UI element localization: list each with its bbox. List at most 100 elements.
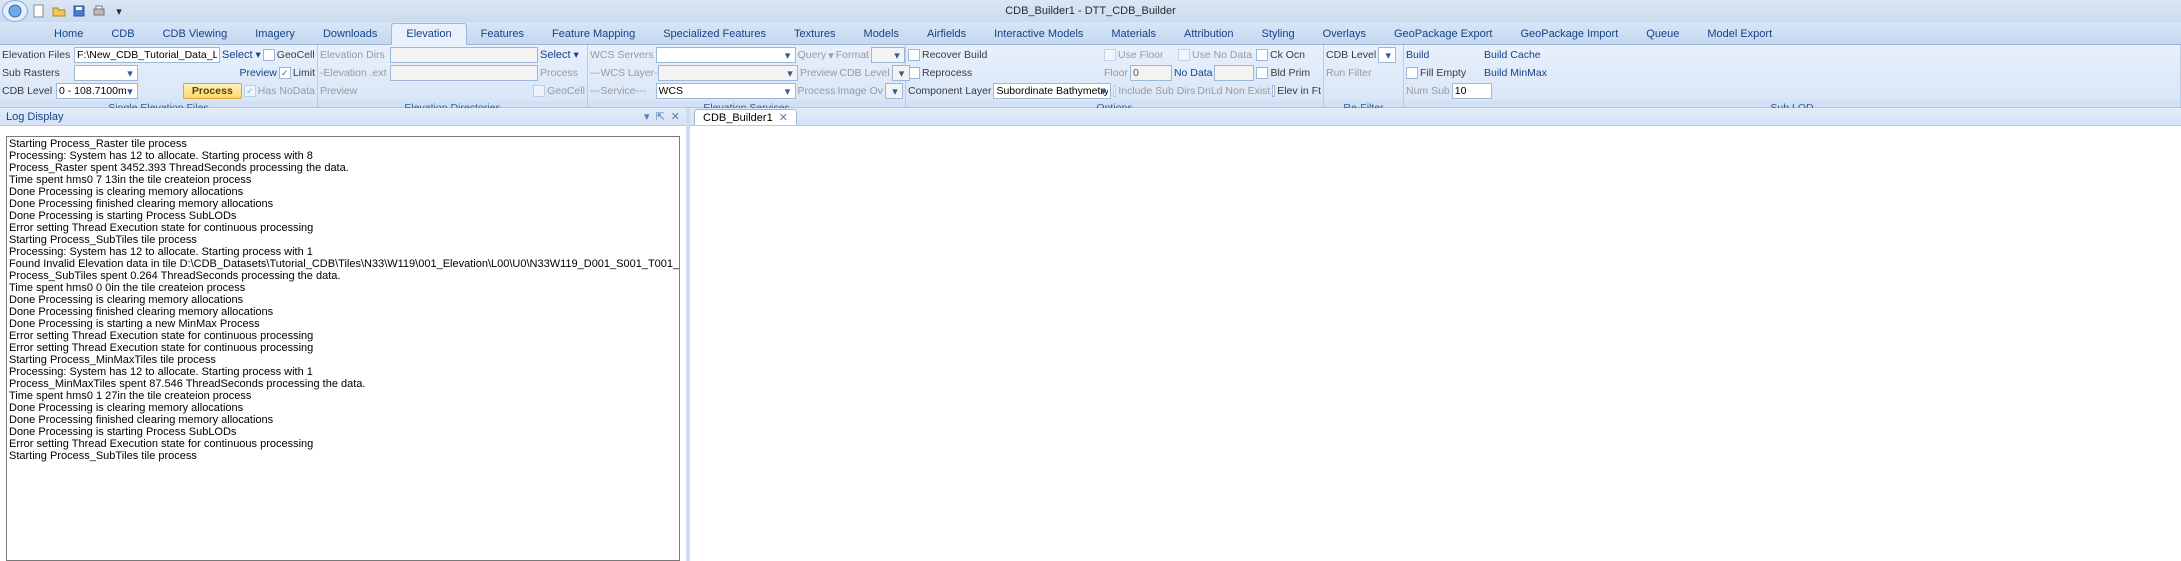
log-line: Time spent hms0 7 13in the tile createio… [9, 174, 677, 186]
tab-textures[interactable]: Textures [780, 24, 850, 44]
tab-airfields[interactable]: Airfields [913, 24, 980, 44]
log-line: Done Processing is clearing memory alloc… [9, 402, 677, 414]
has-nodata-checkbox [244, 85, 256, 97]
log-line: Starting Process_Raster tile process [9, 138, 677, 150]
pin-icon[interactable]: ⇱ [656, 110, 665, 123]
elevation-files-input[interactable] [74, 47, 220, 63]
fill-empty-label: Fill Empty [1420, 67, 1482, 79]
save-icon[interactable] [70, 2, 88, 20]
dirs-process-label: Process [540, 67, 578, 79]
preview-button[interactable]: Preview [239, 67, 276, 79]
document-tabstrip: CDB_Builder1 ✕ [690, 108, 2181, 126]
tab-attribution[interactable]: Attribution [1170, 24, 1248, 44]
tab-feature-mapping[interactable]: Feature Mapping [538, 24, 649, 44]
open-icon[interactable] [50, 2, 68, 20]
ck-ocn-checkbox[interactable] [1256, 49, 1268, 61]
reprocess-checkbox[interactable] [908, 67, 920, 79]
dropdown-icon[interactable]: ▾ [644, 110, 650, 123]
build-button[interactable]: Build [1406, 49, 1482, 61]
log-line: Processing: System has 12 to allocate. S… [9, 150, 677, 162]
ribbon-tabstrip: HomeCDBCDB ViewingImageryDownloadsElevat… [0, 22, 2181, 45]
bld-prim-checkbox[interactable] [1256, 67, 1268, 79]
log-line: Process_MinMaxTiles spent 87.546 ThreadS… [9, 378, 677, 390]
tab-materials[interactable]: Materials [1097, 24, 1170, 44]
wcs-servers-label: WCS Servers [590, 49, 654, 61]
elev-in-ft-checkbox[interactable] [1272, 85, 1275, 97]
fill-empty-checkbox[interactable] [1406, 67, 1418, 79]
print-icon[interactable] [90, 2, 108, 20]
tab-imagery[interactable]: Imagery [241, 24, 309, 44]
floor-label: Floor [1104, 67, 1128, 79]
tab-cdb-viewing[interactable]: CDB Viewing [149, 24, 242, 44]
log-line: Processing: System has 12 to allocate. S… [9, 246, 677, 258]
tab-features[interactable]: Features [467, 24, 538, 44]
tab-models[interactable]: Models [850, 24, 913, 44]
log-line: Done Processing is starting a new MinMax… [9, 318, 677, 330]
log-line: Processing: System has 12 to allocate. S… [9, 366, 677, 378]
qat-dropdown-icon[interactable]: ▾ [110, 2, 128, 20]
component-layer-input[interactable] [993, 83, 1111, 99]
process-button[interactable]: Process [183, 83, 242, 99]
log-line: Error setting Thread Execution state for… [9, 342, 677, 354]
tab-overlays[interactable]: Overlays [1309, 24, 1380, 44]
select-button[interactable]: Select ▾ [222, 49, 261, 61]
tab-cdb[interactable]: CDB [97, 24, 148, 44]
floor-input [1130, 65, 1172, 81]
document-tab[interactable]: CDB_Builder1 ✕ [694, 109, 797, 125]
service-label: ---Service--- [590, 85, 654, 97]
tab-styling[interactable]: Styling [1248, 24, 1309, 44]
refilter-cdb-level-input[interactable] [1378, 47, 1396, 63]
app-orb[interactable] [2, 0, 28, 22]
geocell-checkbox[interactable] [263, 49, 275, 61]
cdb-level-input[interactable] [56, 83, 138, 99]
image-ov-label: Image Ov [837, 85, 883, 97]
build-cache-button[interactable]: Build Cache [1484, 49, 1541, 61]
num-sub-label: Num Sub [1406, 85, 1450, 97]
close-tab-icon[interactable]: ✕ [779, 111, 788, 124]
tab-geopackage-export[interactable]: GeoPackage Export [1380, 24, 1506, 44]
build-minmax-button[interactable]: Build MinMax [1484, 67, 1547, 79]
log-line: Done Processing is starting Process SubL… [9, 426, 677, 438]
elev-in-ft-label: Elev in Ft [1277, 85, 1321, 97]
elevation-dirs-input [390, 47, 538, 63]
nodata-label[interactable]: No Data [1174, 67, 1213, 79]
quick-access-toolbar: ▾ [0, 0, 128, 22]
elevation-ext-input [390, 65, 538, 81]
log-line: Process_Raster spent 3452.393 ThreadSeco… [9, 162, 677, 174]
image-ov-input [885, 83, 903, 99]
format-label: Format [836, 49, 869, 61]
tab-interactive-models[interactable]: Interactive Models [980, 24, 1097, 44]
document-tab-label: CDB_Builder1 [703, 112, 773, 124]
svc-preview-label: Preview [800, 67, 837, 79]
new-icon[interactable] [30, 2, 48, 20]
close-icon[interactable]: ✕ [671, 110, 680, 123]
component-layer-label: Component Layer [908, 85, 991, 97]
dock-row: Log Display ▾ ⇱ ✕ Starting Process_Raste… [0, 108, 2181, 561]
recover-build-checkbox[interactable] [908, 49, 920, 61]
document-canvas[interactable] [690, 126, 2181, 561]
document-area: CDB_Builder1 ✕ [690, 108, 2181, 561]
wcs-servers-input[interactable] [656, 47, 796, 63]
limit-checkbox[interactable] [279, 67, 291, 79]
log-line: Starting Process_MinMaxTiles tile proces… [9, 354, 677, 366]
service-input[interactable] [656, 83, 796, 99]
tab-model-export[interactable]: Model Export [1693, 24, 1786, 44]
log-body[interactable]: Starting Process_Raster tile processProc… [6, 136, 680, 561]
tab-home[interactable]: Home [40, 24, 97, 44]
log-line: Found Invalid Elevation data in tile D:\… [9, 258, 677, 270]
reprocess-label: Reprocess [922, 67, 1102, 79]
tab-geopackage-import[interactable]: GeoPackage Import [1506, 24, 1632, 44]
limit-label: Limit [293, 67, 315, 79]
num-sub-input[interactable] [1452, 83, 1492, 99]
tab-downloads[interactable]: Downloads [309, 24, 391, 44]
recover-build-label: Recover Build [922, 49, 1102, 61]
tab-specialized-features[interactable]: Specialized Features [649, 24, 780, 44]
svc-cdb-level-label: CDB Level [839, 67, 889, 79]
dirs-select-button[interactable]: Select ▾ [540, 49, 579, 61]
sub-rasters-input[interactable] [74, 65, 138, 81]
dirs-preview-label: Preview [320, 85, 388, 97]
bld-prim-label: Bld Prim [1270, 67, 1310, 79]
wcs-layer-input [658, 65, 798, 81]
tab-elevation[interactable]: Elevation [391, 23, 466, 45]
tab-queue[interactable]: Queue [1632, 24, 1693, 44]
